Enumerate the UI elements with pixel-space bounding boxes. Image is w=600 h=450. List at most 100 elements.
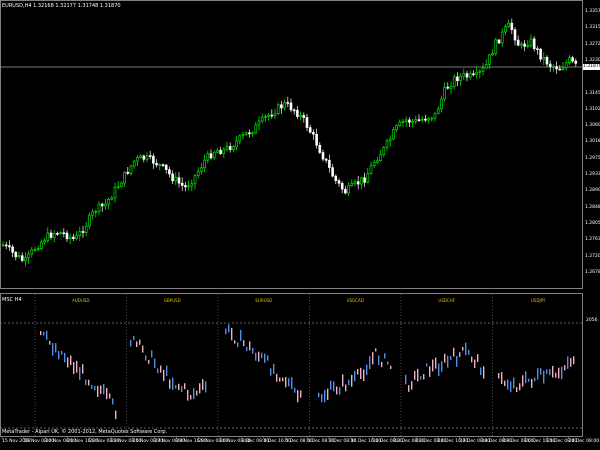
indicator-bar <box>318 392 320 398</box>
candle-body <box>385 140 389 148</box>
indicator-bar <box>339 387 341 395</box>
candle-body <box>4 244 8 247</box>
candle-body <box>430 117 434 120</box>
candle-body <box>395 125 398 130</box>
candle-body <box>296 109 299 117</box>
current-price-tag: 1.31870 <box>583 64 600 70</box>
metatrader-chart-window[interactable]: EURUSD,H4 1.32168 1.32177 1.31748 1.3187… <box>0 0 600 450</box>
indicator-bar <box>546 369 548 374</box>
indicator-bar <box>67 357 69 368</box>
candle-body <box>56 233 59 235</box>
candle-body <box>468 73 472 78</box>
indicator-bar <box>154 358 156 369</box>
price-axis-label: 1.31025 <box>585 106 600 112</box>
indicator-bar <box>130 339 132 347</box>
indicator-bar <box>321 394 323 403</box>
candle-body <box>561 67 565 70</box>
indicator-bar <box>190 395 192 400</box>
candle-body <box>564 62 568 69</box>
indicator-bar <box>432 359 434 372</box>
indicator-bar <box>567 356 569 369</box>
price-chart[interactable] <box>0 0 600 450</box>
indicator-bar <box>270 368 272 376</box>
indicator-bar <box>477 354 479 362</box>
candle-body <box>216 149 219 153</box>
price-axis-label: 1.29330 <box>585 172 600 177</box>
candle-body <box>184 185 187 188</box>
candle-body <box>510 22 514 30</box>
pair-label-audusd: AUDUSD <box>72 298 90 303</box>
indicator-bar <box>435 357 437 369</box>
indicator-bar <box>501 372 503 384</box>
indicator-bar <box>234 340 236 344</box>
candle-body <box>280 104 283 109</box>
indicator-bar <box>537 368 539 380</box>
candle-body <box>478 70 482 73</box>
indicator-bar <box>85 379 87 386</box>
indicator-bar <box>231 327 233 341</box>
candle-body <box>113 186 117 199</box>
candle-body <box>494 39 498 54</box>
candle-body <box>270 114 274 117</box>
indicator-bar <box>384 353 386 359</box>
indicator-bar <box>40 331 42 336</box>
indicator-bar <box>519 383 521 391</box>
indicator-bar <box>255 352 257 361</box>
candle-body <box>497 39 501 44</box>
candle-body <box>187 185 190 188</box>
indicator-bar <box>258 351 260 362</box>
candle-body <box>78 231 82 236</box>
candle-body <box>190 183 194 187</box>
indicator-bar <box>351 374 353 387</box>
candle-body <box>446 86 450 89</box>
subwindow-title: MSC H4 <box>2 297 22 303</box>
candle-body <box>305 117 309 128</box>
candle-body <box>1 244 5 247</box>
indicator-bar <box>55 343 57 353</box>
candle-body <box>376 160 379 163</box>
candle-body <box>504 26 507 33</box>
candle-body <box>420 118 424 121</box>
candle-body <box>81 231 85 233</box>
indicator-bar <box>333 381 335 392</box>
candle-body <box>14 251 18 258</box>
indicator-bar <box>441 361 443 372</box>
candle-body <box>401 121 405 123</box>
candle-body <box>356 181 360 185</box>
indicator-bar <box>196 390 198 396</box>
indicator-bar <box>378 355 380 365</box>
indicator-bar <box>103 383 105 395</box>
candle-body <box>139 155 142 158</box>
indicator-bar <box>555 372 557 378</box>
candle-body <box>116 186 120 188</box>
candle-body <box>548 63 552 67</box>
indicator-bar <box>151 350 153 358</box>
indicator-bar <box>387 361 389 365</box>
indicator-bar <box>573 356 575 365</box>
indicator-bar <box>136 341 138 348</box>
pair-label-usdcad: USDCAD <box>346 298 364 303</box>
price-axis-label: 1.28905 <box>585 188 600 194</box>
copyright-text: MetaTrader - Alpari UK, © 2001-2012, Met… <box>2 429 168 435</box>
indicator-bar <box>504 380 506 387</box>
price-axis-label: 1.33575 <box>585 9 600 14</box>
indicator-bar <box>297 390 299 403</box>
candle-body <box>267 114 270 117</box>
pair-label-gbpusd: GBPUSD <box>163 298 181 303</box>
indicator-bar <box>160 365 162 373</box>
indicator-bar <box>366 364 368 376</box>
symbol-header: EURUSD,H4 1.32168 1.32177 1.31748 1.3187… <box>2 3 121 9</box>
candle-body <box>353 181 357 184</box>
candle-body <box>72 236 75 239</box>
indicator-bar <box>178 383 180 391</box>
indicator-bar <box>225 328 227 335</box>
indicator-bar <box>381 361 383 368</box>
indicator-bar <box>169 379 171 389</box>
indicator-bar <box>58 351 60 360</box>
indicator-bar <box>336 386 338 395</box>
candle-body <box>88 214 91 227</box>
candle-body <box>180 182 184 186</box>
subwindow-frame <box>0 293 583 437</box>
indicator-bar <box>372 352 374 365</box>
candle-body <box>440 98 443 110</box>
